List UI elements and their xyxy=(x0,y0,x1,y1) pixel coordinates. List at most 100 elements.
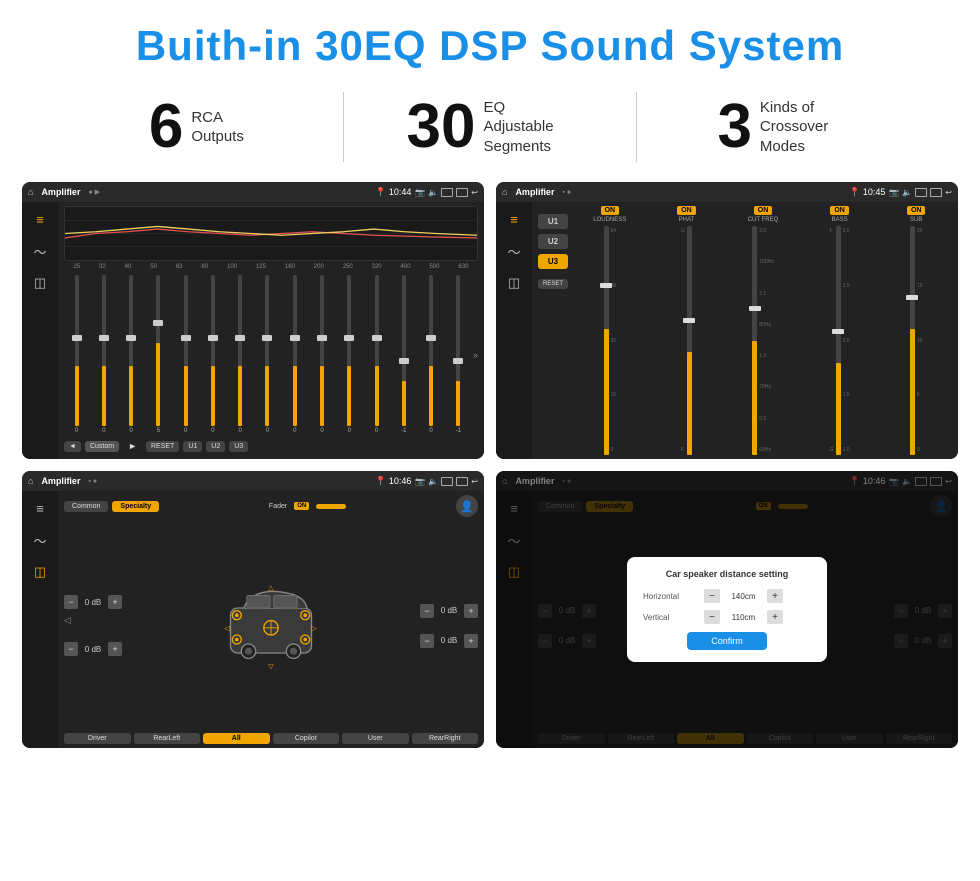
speaker1-bottomright-minus[interactable]: − xyxy=(420,634,434,648)
bass-slider[interactable] xyxy=(836,226,841,455)
speaker1-rearright-btn[interactable]: RearRight xyxy=(412,733,479,744)
crossover-u1-button[interactable]: U1 xyxy=(538,214,568,229)
speaker1-sidebar-eq-icon[interactable]: ≡ xyxy=(27,497,53,519)
speaker1-driver-btn[interactable]: Driver xyxy=(64,733,131,744)
stat-eq-number: 30 xyxy=(407,96,476,158)
eq-slider-1[interactable]: 0 xyxy=(91,275,116,434)
speaker1-common-tab[interactable]: Common xyxy=(64,501,108,512)
dialog-vertical-plus[interactable]: + xyxy=(767,610,783,624)
eq-reset-button[interactable]: RESET xyxy=(146,441,179,452)
speaker1-topleft-minus[interactable]: − xyxy=(64,595,78,609)
speaker1-topleft-plus[interactable]: + xyxy=(108,595,122,609)
eq-slider-8[interactable]: 0 xyxy=(282,275,307,434)
dialog-title: Car speaker distance setting xyxy=(643,569,811,579)
eq-u1-button[interactable]: U1 xyxy=(183,441,202,452)
eq-app-name: Amplifier xyxy=(41,187,80,197)
eq-sidebar: ≡ 〜 ◫ xyxy=(22,202,58,459)
crossover-status-bar: ⌂ Amplifier ▪ ● 📍 10:45 📷 🔈 ↩ xyxy=(496,182,958,202)
eq-screen: ⌂ Amplifier ● ▶ 📍 10:44 📷 🔈 ↩ ≡ 〜 ◫ xyxy=(22,182,484,459)
eq-slider-11[interactable]: 0 xyxy=(364,275,389,434)
stat-eq-label: EQ AdjustableSegments xyxy=(483,98,573,157)
eq-slider-13[interactable]: 0 xyxy=(418,275,443,434)
crossover-screen: ⌂ Amplifier ▪ ● 📍 10:45 📷 🔈 ↩ ≡ 〜 ◫ U1 xyxy=(496,182,958,459)
crossover-sidebar-speaker-icon[interactable]: ◫ xyxy=(501,272,527,294)
crossover-phat-group: ON PHAT GF xyxy=(651,206,723,455)
phat-on-btn[interactable]: ON xyxy=(677,206,696,215)
eq-slider-6[interactable]: 0 xyxy=(228,275,253,434)
speaker1-fader-slider[interactable] xyxy=(316,504,346,509)
eq-play-button[interactable]: ► xyxy=(123,439,142,453)
eq-slider-7[interactable]: 0 xyxy=(255,275,280,434)
eq-slider-0[interactable]: 0 xyxy=(64,275,89,434)
dialog-vertical-label: Vertical xyxy=(643,613,698,622)
crossover-sidebar-wave-icon[interactable]: 〜 xyxy=(501,240,527,262)
speaker1-fader-on[interactable]: ON xyxy=(294,502,309,510)
bass-ticks2: 3.02.52.01.51.0 xyxy=(843,226,850,455)
sub-slider[interactable] xyxy=(910,226,915,455)
speaker1-specialty-tab[interactable]: Specialty xyxy=(112,501,159,512)
speaker1-app-name: Amplifier xyxy=(41,476,80,486)
speaker1-bottomleft-db: − 0 dB + xyxy=(64,642,122,656)
eq-u3-button[interactable]: U3 xyxy=(229,441,248,452)
speaker1-topright-minus[interactable]: − xyxy=(420,604,434,618)
speaker1-topleft-db: − 0 dB + xyxy=(64,595,122,609)
home-icon[interactable]: ⌂ xyxy=(28,187,33,197)
cutfreq-slider[interactable] xyxy=(752,226,757,455)
crossover-u3-button[interactable]: U3 xyxy=(538,254,568,269)
speaker1-bottomleft-plus[interactable]: + xyxy=(108,642,122,656)
crossover-presets: U1 U2 U3 RESET xyxy=(538,206,568,455)
crossover-home-icon[interactable]: ⌂ xyxy=(502,187,507,197)
dialog-confirm-button[interactable]: Confirm xyxy=(687,632,767,650)
speaker1-fader-label: Fader xyxy=(269,503,287,510)
eq-slider-5[interactable]: 0 xyxy=(200,275,225,434)
sub-ticks: 20151050 xyxy=(917,226,923,455)
crossover-u2-button[interactable]: U2 xyxy=(538,234,568,249)
phat-ticks: GF xyxy=(681,226,685,455)
eq-slider-9[interactable]: 0 xyxy=(309,275,334,434)
crossover-sidebar-eq-icon[interactable]: ≡ xyxy=(501,208,527,230)
crossover-reset-button[interactable]: RESET xyxy=(538,279,568,289)
bass-label: BASS xyxy=(832,217,848,223)
sub-on-btn[interactable]: ON xyxy=(907,206,926,215)
loudness-on-btn[interactable]: ON xyxy=(601,206,620,215)
loudness-slider[interactable] xyxy=(604,226,609,455)
eq-sidebar-speaker-icon[interactable]: ◫ xyxy=(27,272,53,294)
eq-slider-4[interactable]: 0 xyxy=(173,275,198,434)
crossover-bass-group: ON BASS FG 3.02.52.01.51.0 xyxy=(804,206,876,455)
speaker1-right-col: − 0 dB + − 0 dB + xyxy=(420,522,478,729)
screens-grid: ⌂ Amplifier ● ▶ 📍 10:44 📷 🔈 ↩ ≡ 〜 ◫ xyxy=(0,178,980,758)
speaker1-topright-plus[interactable]: + xyxy=(464,604,478,618)
eq-slider-14[interactable]: -1 xyxy=(446,275,471,434)
speaker1-rearleft-btn[interactable]: RearLeft xyxy=(134,733,201,744)
stat-eq: 30 EQ AdjustableSegments xyxy=(354,96,627,158)
cutfreq-on-btn[interactable]: ON xyxy=(754,206,773,215)
speaker1-person-icon[interactable]: 👤 xyxy=(456,495,478,517)
stat-crossover-number: 3 xyxy=(717,96,751,158)
speaker1-body: ≡ 〜 ◫ Common Specialty Fader ON 👤 − xyxy=(22,491,484,748)
speaker1-sidebar-speaker-icon[interactable]: ◫ xyxy=(27,561,53,583)
dialog-horizontal-minus[interactable]: − xyxy=(704,589,720,603)
speaker1-home-icon[interactable]: ⌂ xyxy=(28,476,33,486)
dialog-confirm-row: Confirm xyxy=(643,632,811,650)
eq-sidebar-wave-icon[interactable]: 〜 xyxy=(27,240,53,262)
crossover-main-content: U1 U2 U3 RESET ON LOUDNESS 644832160 xyxy=(532,202,958,459)
dialog-horizontal-plus[interactable]: + xyxy=(767,589,783,603)
speaker1-screen: ⌂ Amplifier ▪ ● 📍 10:46 📷 🔈 ↩ ≡ 〜 ◫ Comm… xyxy=(22,471,484,748)
eq-sidebar-eq-icon[interactable]: ≡ xyxy=(27,208,53,230)
speaker1-bottomright-plus[interactable]: + xyxy=(464,634,478,648)
eq-slider-10[interactable]: 0 xyxy=(337,275,362,434)
speaker1-left-col: − 0 dB + ◁ − 0 dB + xyxy=(64,522,122,729)
dialog-vertical-minus[interactable]: − xyxy=(704,610,720,624)
bass-on-btn[interactable]: ON xyxy=(830,206,849,215)
speaker1-all-btn[interactable]: All xyxy=(203,733,270,744)
eq-u2-button[interactable]: U2 xyxy=(206,441,225,452)
eq-slider-12[interactable]: -1 xyxy=(391,275,416,434)
eq-slider-2[interactable]: 0 xyxy=(119,275,144,434)
speaker1-copilot-btn[interactable]: Copilot xyxy=(273,733,340,744)
eq-slider-3[interactable]: 5 xyxy=(146,275,171,434)
phat-slider[interactable] xyxy=(687,226,692,455)
speaker1-sidebar-wave-icon[interactable]: 〜 xyxy=(27,529,53,551)
speaker1-user-btn[interactable]: User xyxy=(342,733,409,744)
speaker1-bottomleft-minus[interactable]: − xyxy=(64,642,78,656)
eq-prev-button[interactable]: ◄ xyxy=(64,441,81,452)
